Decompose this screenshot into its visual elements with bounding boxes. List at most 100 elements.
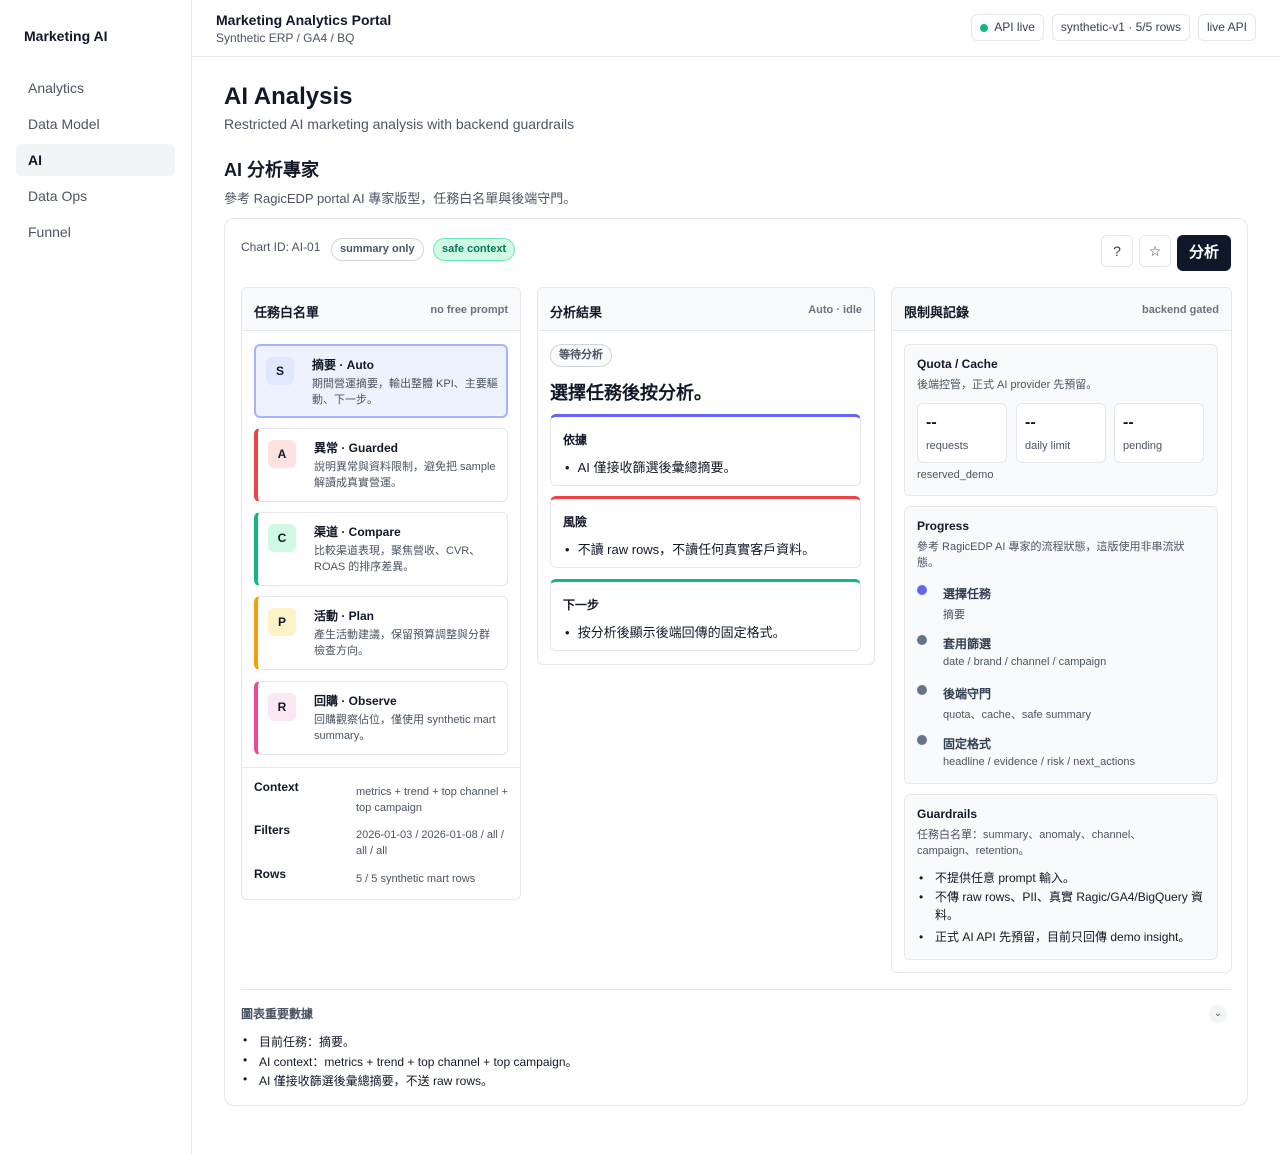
analyze-button[interactable]: 分析 <box>1177 235 1231 271</box>
status-chips: API live synthetic-v1 · 5/5 rows live AP… <box>971 14 1256 41</box>
rows-label: Rows <box>254 867 287 881</box>
task-panel-title: 任務白名單 <box>254 305 320 320</box>
summary-only-pill: summary only <box>331 238 424 261</box>
risk-title: 風險 <box>563 515 588 529</box>
brand-title: Marketing AI <box>24 28 108 44</box>
star-icon[interactable]: ☆ <box>1139 235 1171 267</box>
sidebar-item-data-model[interactable]: Data Model <box>16 108 175 140</box>
guardrails-section: Guardrails 任務白名單：summary、anomaly、channel… <box>904 794 1218 960</box>
task-summary[interactable]: S 摘要 · Auto 期間營運摘要，輸出整體 KPI、主要驅動、下一步。 <box>254 344 508 418</box>
next-step-item: 按分析後顯示後端回傳的固定格式。 <box>565 622 786 641</box>
task-panel-hint: no free prompt <box>430 304 508 316</box>
step-sub: date / brand / channel / campaign <box>943 656 1107 668</box>
card-header: Chart ID: AI-01 summary only safe contex… <box>241 235 1231 271</box>
task-desc: 期間營運摘要，輸出整體 KPI、主要驅動、下一步。 <box>312 378 498 406</box>
portal-subtitle: Synthetic ERP / GA4 / BQ <box>216 31 355 45</box>
quota-footer: reserved_demo <box>917 469 994 481</box>
context-value: metrics + trend + top channel + top camp… <box>356 786 508 814</box>
api-live-label: API live <box>994 20 1035 34</box>
quota-desc: 後端控管，正式 AI provider 先預留。 <box>917 379 1098 391</box>
result-panel-title: 分析結果 <box>550 305 603 320</box>
limits-panel-header: 限制與記錄 backend gated <box>892 288 1231 331</box>
task-badge: S <box>266 357 294 385</box>
help-icon[interactable]: ? <box>1101 235 1133 267</box>
progress-desc: 參考 RagicEDP AI 專家的流程狀態，這版使用非串流狀態。 <box>917 541 1185 569</box>
step-dot-icon <box>917 735 927 745</box>
guardrail-item: 不傳 raw rows、PII、真實 Ragic/GA4/BigQuery 資料… <box>919 888 1205 924</box>
quota-section: Quota / Cache 後端控管，正式 AI provider 先預留。 -… <box>904 344 1218 496</box>
sidebar-item-data-ops[interactable]: Data Ops <box>16 180 175 212</box>
guardrail-item: 正式 AI API 先預留，目前只回傳 demo insight。 <box>919 928 1205 946</box>
daily-limit-value: -- <box>1025 414 1036 431</box>
limits-hint: backend gated <box>1141 304 1219 316</box>
task-badge: A <box>268 440 296 468</box>
task-anomaly[interactable]: A 異常 · Guarded 說明異常與資料限制，避免把 sample 解讀成真… <box>254 428 508 502</box>
task-channel[interactable]: C 渠道 · Compare 比較渠道表現，聚焦營收、CVR、ROAS 的排序差… <box>254 512 508 586</box>
step-title: 固定格式 <box>943 737 992 751</box>
page-subtitle: Restricted AI marketing analysis with ba… <box>224 116 575 132</box>
progress-title: Progress <box>917 519 970 533</box>
task-whitelist-panel: 任務白名單 no free prompt S 摘要 · Auto 期間營運摘要，… <box>241 287 521 900</box>
key-data-title: 圖表重要數據 <box>241 1007 314 1021</box>
step-dot-icon <box>917 685 927 695</box>
ai-analysis-card: Chart ID: AI-01 summary only safe contex… <box>224 218 1248 1106</box>
pending-stat: -- pending <box>1114 403 1204 463</box>
task-retention[interactable]: R 回購 · Observe 回購觀察佔位，僅使用 synthetic mart… <box>254 681 508 755</box>
task-badge: P <box>268 608 296 636</box>
sidebar-nav: Analytics Data Model AI Data Ops Funnel <box>16 72 175 252</box>
daily-limit-label: daily limit <box>1025 440 1071 452</box>
task-title: 回購 · Observe <box>314 694 397 708</box>
pending-label: pending <box>1123 440 1163 452</box>
filters-value: 2026-01-03 / 2026-01-08 / all / all / al… <box>356 829 504 857</box>
guardrails-title: Guardrails <box>917 807 978 821</box>
evidence-item: AI 僅接收篩選後彙總摘要。 <box>565 457 737 476</box>
task-campaign[interactable]: P 活動 · Plan 產生活動建議，保留預算調整與分群檢查方向。 <box>254 596 508 670</box>
step-sub: headline / evidence / risk / next_action… <box>943 756 1136 768</box>
task-desc: 產生活動建議，保留預算調整與分群檢查方向。 <box>314 629 490 657</box>
step-title: 選擇任務 <box>943 587 992 601</box>
rows-value: 5 / 5 synthetic mart rows <box>356 873 476 885</box>
evidence-box: 依據 AI 僅接收篩選後彙總摘要。 <box>550 414 861 486</box>
risk-item: 不讀 raw rows，不讀任何真實客戶資料。 <box>565 539 816 558</box>
api-live-badge: API live <box>971 14 1044 41</box>
pending-value: -- <box>1123 414 1134 431</box>
page-header: AI Analysis Restricted AI marketing anal… <box>224 82 1248 207</box>
risk-box: 風險 不讀 raw rows，不讀任何真實客戶資料。 <box>550 496 861 568</box>
limits-panel-title: 限制與記錄 <box>904 305 970 320</box>
section-subtitle: 參考 RagicEDP portal AI 專家版型，任務白名單與後端守門。 <box>224 191 577 206</box>
task-panel-header: 任務白名單 no free prompt <box>242 288 520 331</box>
page-title: AI Analysis <box>224 83 353 110</box>
evidence-title: 依據 <box>563 433 588 447</box>
task-badge: R <box>268 693 296 721</box>
filters-label: Filters <box>254 823 291 837</box>
result-status: Auto · idle <box>808 304 862 316</box>
requests-stat: -- requests <box>917 403 1007 463</box>
daily-limit-stat: -- daily limit <box>1016 403 1106 463</box>
section-title: AI 分析專家 <box>224 160 320 180</box>
chevron-down-icon[interactable]: ⌄ <box>1209 1005 1227 1023</box>
task-desc: 比較渠道表現，聚焦營收、CVR、ROAS 的排序差異。 <box>314 545 481 573</box>
key-data-divider <box>241 989 1231 990</box>
top-bar: Marketing Analytics Portal Synthetic ERP… <box>192 0 1280 57</box>
live-dot-icon <box>980 23 989 32</box>
key-data-item: AI context：metrics + trend + top channel… <box>243 1053 577 1070</box>
guardrail-item: 不提供任意 prompt 輸入。 <box>919 869 1205 887</box>
portal-title: Marketing Analytics Portal <box>216 12 392 28</box>
mode-badge: live API <box>1197 14 1256 41</box>
step-active-dot-icon <box>917 585 927 595</box>
result-panel: 分析結果 Auto · idle 等待分析 選擇任務後按分析。 依據 AI 僅接… <box>537 287 875 665</box>
context-label: Context <box>254 780 299 794</box>
sidebar-item-analytics[interactable]: Analytics <box>16 72 175 104</box>
dataset-badge: synthetic-v1 · 5/5 rows <box>1051 14 1190 41</box>
step-dot-icon <box>917 635 927 645</box>
task-divider <box>242 767 520 768</box>
sidebar: Marketing AI Analytics Data Model AI Dat… <box>0 0 192 1154</box>
sidebar-item-funnel[interactable]: Funnel <box>16 216 175 248</box>
task-title: 異常 · Guarded <box>314 441 399 455</box>
next-step-title: 下一步 <box>563 598 600 612</box>
task-desc: 回購觀察佔位，僅使用 synthetic mart summary。 <box>314 714 496 742</box>
task-desc: 說明異常與資料限制，避免把 sample 解讀成真實營運。 <box>314 461 496 489</box>
key-data-item: AI 僅接收篩選後彙總摘要，不送 raw rows。 <box>243 1072 493 1089</box>
result-headline: 選擇任務後按分析。 <box>550 383 712 403</box>
sidebar-item-ai[interactable]: AI <box>16 144 175 176</box>
